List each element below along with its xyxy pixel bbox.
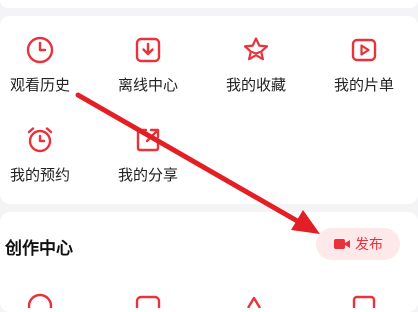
menu-item-my-playlist[interactable]: 我的片单	[314, 22, 414, 102]
play-list-icon	[351, 38, 377, 62]
menu-item-offline-center[interactable]: 离线中心	[98, 22, 198, 102]
menu-item-my-reservations[interactable]: 我的预约	[0, 112, 90, 192]
menu-item-my-favorites[interactable]: 我的收藏	[206, 22, 306, 102]
video-camera-icon	[334, 239, 350, 249]
menu-item-label: 我的片单	[333, 76, 394, 94]
share-icon	[136, 128, 160, 152]
clock-icon	[26, 36, 54, 64]
partial-square-icon[interactable]	[132, 288, 164, 308]
menu-item-watch-history[interactable]: 观看历史	[0, 22, 90, 102]
top-card	[0, 0, 418, 8]
menu-item-label: 我的收藏	[225, 76, 286, 94]
section-title-creation-center: 创作中心	[5, 239, 73, 259]
menu-item-label: 离线中心	[117, 76, 178, 94]
partial-shape-icon[interactable]	[240, 288, 272, 308]
menu-item-label: 观看历史	[9, 76, 70, 94]
partial-doc-icon[interactable]	[348, 288, 380, 308]
partial-circle-icon[interactable]	[24, 288, 56, 308]
download-icon	[135, 37, 161, 63]
publish-button[interactable]: 发布	[316, 228, 400, 260]
menu-item-label: 我的预约	[9, 166, 70, 184]
star-icon	[243, 37, 269, 61]
alarm-clock-icon	[27, 127, 53, 153]
menu-item-label: 我的分享	[117, 166, 178, 184]
menu-item-my-shares[interactable]: 我的分享	[98, 112, 198, 192]
publish-button-label: 发布	[355, 237, 383, 253]
